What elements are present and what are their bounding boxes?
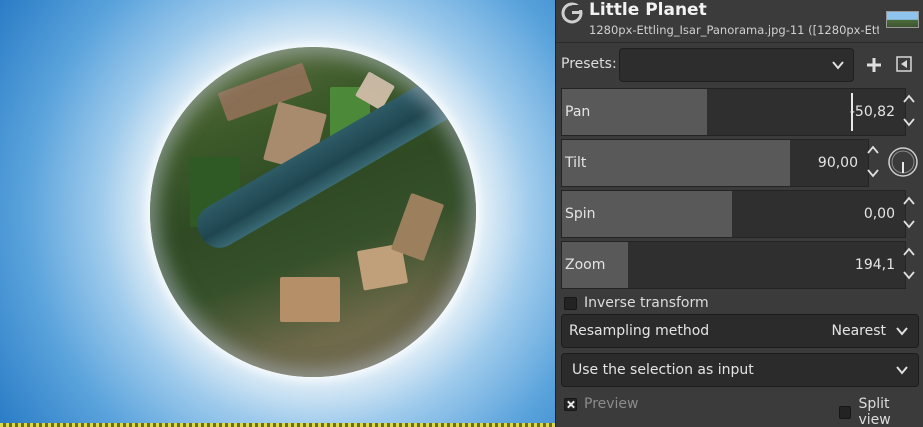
zoom-label: Zoom <box>565 257 606 273</box>
header-divider <box>556 42 923 43</box>
split-view-row[interactable]: Split view <box>839 396 923 427</box>
tilt-dial-icon[interactable] <box>887 146 919 178</box>
dialog-subtitle: 1280px-Ettling_Isar_Panorama.jpg-11 ([12… <box>589 23 879 37</box>
spin-up-icon[interactable] <box>903 196 915 206</box>
spin-down-icon[interactable] <box>903 219 915 229</box>
input-source-value: Use the selection as input <box>572 362 754 378</box>
spin-up-icon[interactable] <box>903 94 915 104</box>
pan-label: Pan <box>565 104 591 120</box>
resampling-method-combo[interactable]: Resampling method Nearest <box>561 314 919 348</box>
spin-spin-buttons[interactable] <box>901 190 917 238</box>
presets-label: Presets: <box>561 56 617 72</box>
inverse-transform-checkbox[interactable] <box>564 296 577 310</box>
spin-up-icon[interactable] <box>903 247 915 257</box>
split-view-checkbox[interactable] <box>839 405 852 419</box>
resampling-method-value: Nearest <box>831 323 886 339</box>
zoom-spin-buttons[interactable] <box>901 241 917 289</box>
inverse-transform-row[interactable]: Inverse transform <box>564 294 709 312</box>
tilt-label: Tilt <box>565 155 587 171</box>
preview-label: Preview <box>584 396 639 412</box>
pan-scale[interactable]: Pan -50,82 <box>561 88 906 136</box>
image-thumbnail-icon <box>886 11 919 28</box>
pan-value[interactable]: -50,82 <box>850 104 895 120</box>
preview-checkbox[interactable] <box>564 397 577 411</box>
plus-icon[interactable] <box>864 55 884 75</box>
spin-down-icon[interactable] <box>903 270 915 280</box>
gimp-logo-icon <box>561 2 583 24</box>
presets-combo[interactable] <box>619 48 854 82</box>
chevron-down-icon <box>832 61 844 70</box>
split-view-label: Split view <box>858 396 891 427</box>
image-canvas[interactable] <box>0 0 555 423</box>
spin-scale[interactable]: Spin 0,00 <box>561 190 906 238</box>
tilt-value[interactable]: 90,00 <box>818 155 858 171</box>
chevron-down-icon <box>896 327 908 336</box>
input-source-combo[interactable]: Use the selection as input <box>561 353 919 387</box>
zoom-value[interactable]: 194,1 <box>855 257 895 273</box>
planet-rim <box>150 47 476 377</box>
little-planet-dialog: Little Planet 1280px-Ettling_Isar_Panora… <box>555 0 923 427</box>
spin-label: Spin <box>565 206 596 222</box>
preview-row[interactable]: Preview <box>564 396 639 412</box>
spin-down-icon[interactable] <box>867 168 879 178</box>
inverse-transform-label: Inverse transform <box>584 295 709 311</box>
spin-down-icon[interactable] <box>903 117 915 127</box>
chevron-down-icon <box>896 366 908 375</box>
spin-value[interactable]: 0,00 <box>864 206 895 222</box>
tilt-scale-fill <box>562 140 790 186</box>
canvas-bottom-ruler <box>0 423 555 427</box>
tilt-scale[interactable]: Tilt 90,00 <box>561 139 869 187</box>
dialog-title: Little Planet <box>589 0 707 20</box>
tilt-spin-buttons[interactable] <box>865 139 881 187</box>
little-planet-preview <box>150 47 476 377</box>
resampling-method-label: Resampling method <box>569 323 710 339</box>
pan-spin-buttons[interactable] <box>901 88 917 136</box>
menu-arrow-icon[interactable] <box>896 56 912 72</box>
zoom-scale[interactable]: Zoom 194,1 <box>561 241 906 289</box>
spin-up-icon[interactable] <box>867 145 879 155</box>
